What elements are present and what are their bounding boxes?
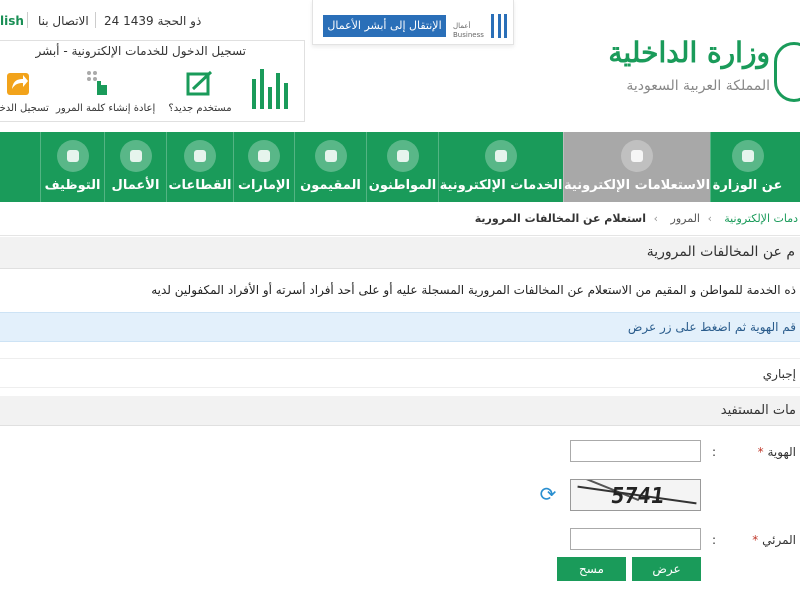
globe-icon: [485, 140, 517, 172]
breadcrumb-e-services[interactable]: دمات الإلكترونية: [724, 212, 798, 225]
login-label: تسجيل الدخول: [0, 103, 49, 114]
nav-item-label: الأعمال: [111, 178, 160, 193]
required-marker: *: [752, 533, 759, 547]
nav-item-e-inquiries[interactable]: الاستعلامات الإلكترونية: [563, 132, 710, 202]
page-title: م عن المخالفات المرورية: [646, 244, 795, 260]
language-switch-link[interactable]: lish: [0, 14, 24, 28]
nav-item-emirates[interactable]: الإمارات: [233, 132, 294, 202]
id-number-label: * الهوية: [757, 445, 796, 459]
nav-item-sectors[interactable]: القطاعات: [166, 132, 233, 202]
nav-item-label: المقيمون: [300, 178, 361, 193]
colon: :: [712, 533, 717, 547]
absher-logo-icon: [250, 65, 290, 109]
residents-icon: [314, 140, 347, 172]
reset-password-icon: [83, 69, 113, 99]
breadcrumb-traffic[interactable]: المرور: [671, 212, 700, 225]
id-number-input[interactable]: [570, 440, 701, 462]
mandatory-label: إجباري: [762, 367, 796, 381]
chevron-left-icon: ‹: [653, 212, 658, 225]
breadcrumb: دمات الإلكترونية ‹ المرور ‹ استعلام عن ا…: [0, 202, 800, 236]
service-description: ذه الخدمة للمواطن و المقيم من الاستعلام …: [151, 283, 796, 297]
emblem-icon: [774, 42, 800, 102]
login-panel-title: تسجيل الدخول للخدمات الإلكترونية - أبشر: [35, 44, 246, 58]
instruction-text: قم الهوية ثم اضغط على زر عرض: [627, 320, 796, 334]
nav-item-label: المواطنون: [368, 178, 437, 193]
absher-business-box: الإنتقال إلى أبشر الأعمال أعمال Business: [312, 0, 514, 45]
citizen-icon: [386, 140, 419, 172]
section-title: مات المستفيد: [720, 403, 796, 418]
new-user-label: مستخدم جديد؟: [168, 103, 232, 114]
briefcase-icon: [119, 140, 152, 172]
beneficiary-section-header: مات المستفيد: [0, 396, 800, 426]
divider: [27, 12, 28, 28]
nav-item-label: القطاعات: [168, 178, 232, 193]
reset-password-label: إعادة إنشاء كلمة المرور: [56, 103, 156, 114]
business-logo-text-en: Business: [453, 31, 484, 39]
login-link[interactable]: تسجيل الدخول: [0, 69, 54, 121]
nav-item-e-services[interactable]: الخدمات الإلكترونية: [438, 132, 563, 202]
main-nav: عن الوزارة الاستعلامات الإلكترونية الخدم…: [0, 132, 800, 202]
instruction-box: قم الهوية ثم اضغط على زر عرض: [0, 312, 800, 342]
login-icon: [3, 69, 33, 99]
refresh-captcha-icon[interactable]: ⟳: [537, 483, 559, 505]
nav-item-residents[interactable]: المقيمون: [294, 132, 366, 202]
contact-us-link[interactable]: الاتصال بنا: [38, 14, 89, 28]
clear-button[interactable]: مسح: [557, 557, 626, 581]
nav-item-about-ministry[interactable]: عن الوزارة: [710, 132, 784, 202]
nav-item-label: الإمارات: [237, 178, 291, 193]
switch-to-business-button[interactable]: الإنتقال إلى أبشر الأعمال: [323, 15, 446, 37]
visual-code-input[interactable]: [570, 528, 701, 550]
network-icon: [184, 140, 216, 172]
reset-password-link[interactable]: إعادة إنشاء كلمة المرور: [56, 69, 155, 121]
nav-item-label: عن الوزارة: [712, 178, 783, 193]
absher-logo-icon: [491, 14, 507, 38]
nav-item-business[interactable]: الأعمال: [104, 132, 166, 202]
emirates-icon: [248, 140, 280, 172]
show-button[interactable]: عرض: [632, 557, 701, 581]
hijri-date: 24 ذو الحجة 1439: [104, 14, 202, 28]
business-logo-text-ar: أعمال: [453, 22, 471, 30]
visual-code-label: * المرئي: [752, 533, 796, 547]
employees-icon: [56, 140, 89, 172]
nav-item-citizens[interactable]: المواطنون: [366, 132, 438, 202]
divider: [95, 12, 96, 28]
nav-item-label: التوظيف: [44, 178, 101, 193]
nav-item-label: الاستعلامات الإلكترونية: [564, 178, 711, 193]
colon: :: [712, 445, 717, 459]
nav-item-label: الخدمات الإلكترونية: [439, 178, 563, 193]
captcha-text: 5741: [609, 484, 666, 509]
ministry-name: وزارة الداخلية: [608, 36, 770, 69]
required-marker: *: [757, 445, 764, 459]
globe-icon: [621, 140, 653, 172]
new-user-link[interactable]: مستخدم جديد؟: [164, 69, 236, 121]
login-panel: تسجيل الدخول للخدمات الإلكترونية - أبشر …: [0, 40, 305, 122]
mandatory-row: إجباري: [0, 358, 800, 388]
ministry-logo[interactable]: وزارة الداخلية المملكة العربية السعودية: [608, 36, 800, 106]
page-title-bar: م عن المخالفات المرورية: [0, 237, 800, 269]
new-user-icon: [185, 69, 215, 99]
chevron-left-icon: ‹: [707, 212, 712, 225]
absher-business-logo[interactable]: أعمال Business: [453, 12, 511, 42]
captcha-image: 5741: [570, 479, 701, 511]
ministry-subtitle: المملكة العربية السعودية: [626, 78, 770, 94]
nav-item-employment[interactable]: التوظيف: [40, 132, 104, 202]
ministry-emblem-icon: [731, 140, 764, 172]
breadcrumb-current: استعلام عن المخالفات المرورية: [474, 212, 646, 225]
